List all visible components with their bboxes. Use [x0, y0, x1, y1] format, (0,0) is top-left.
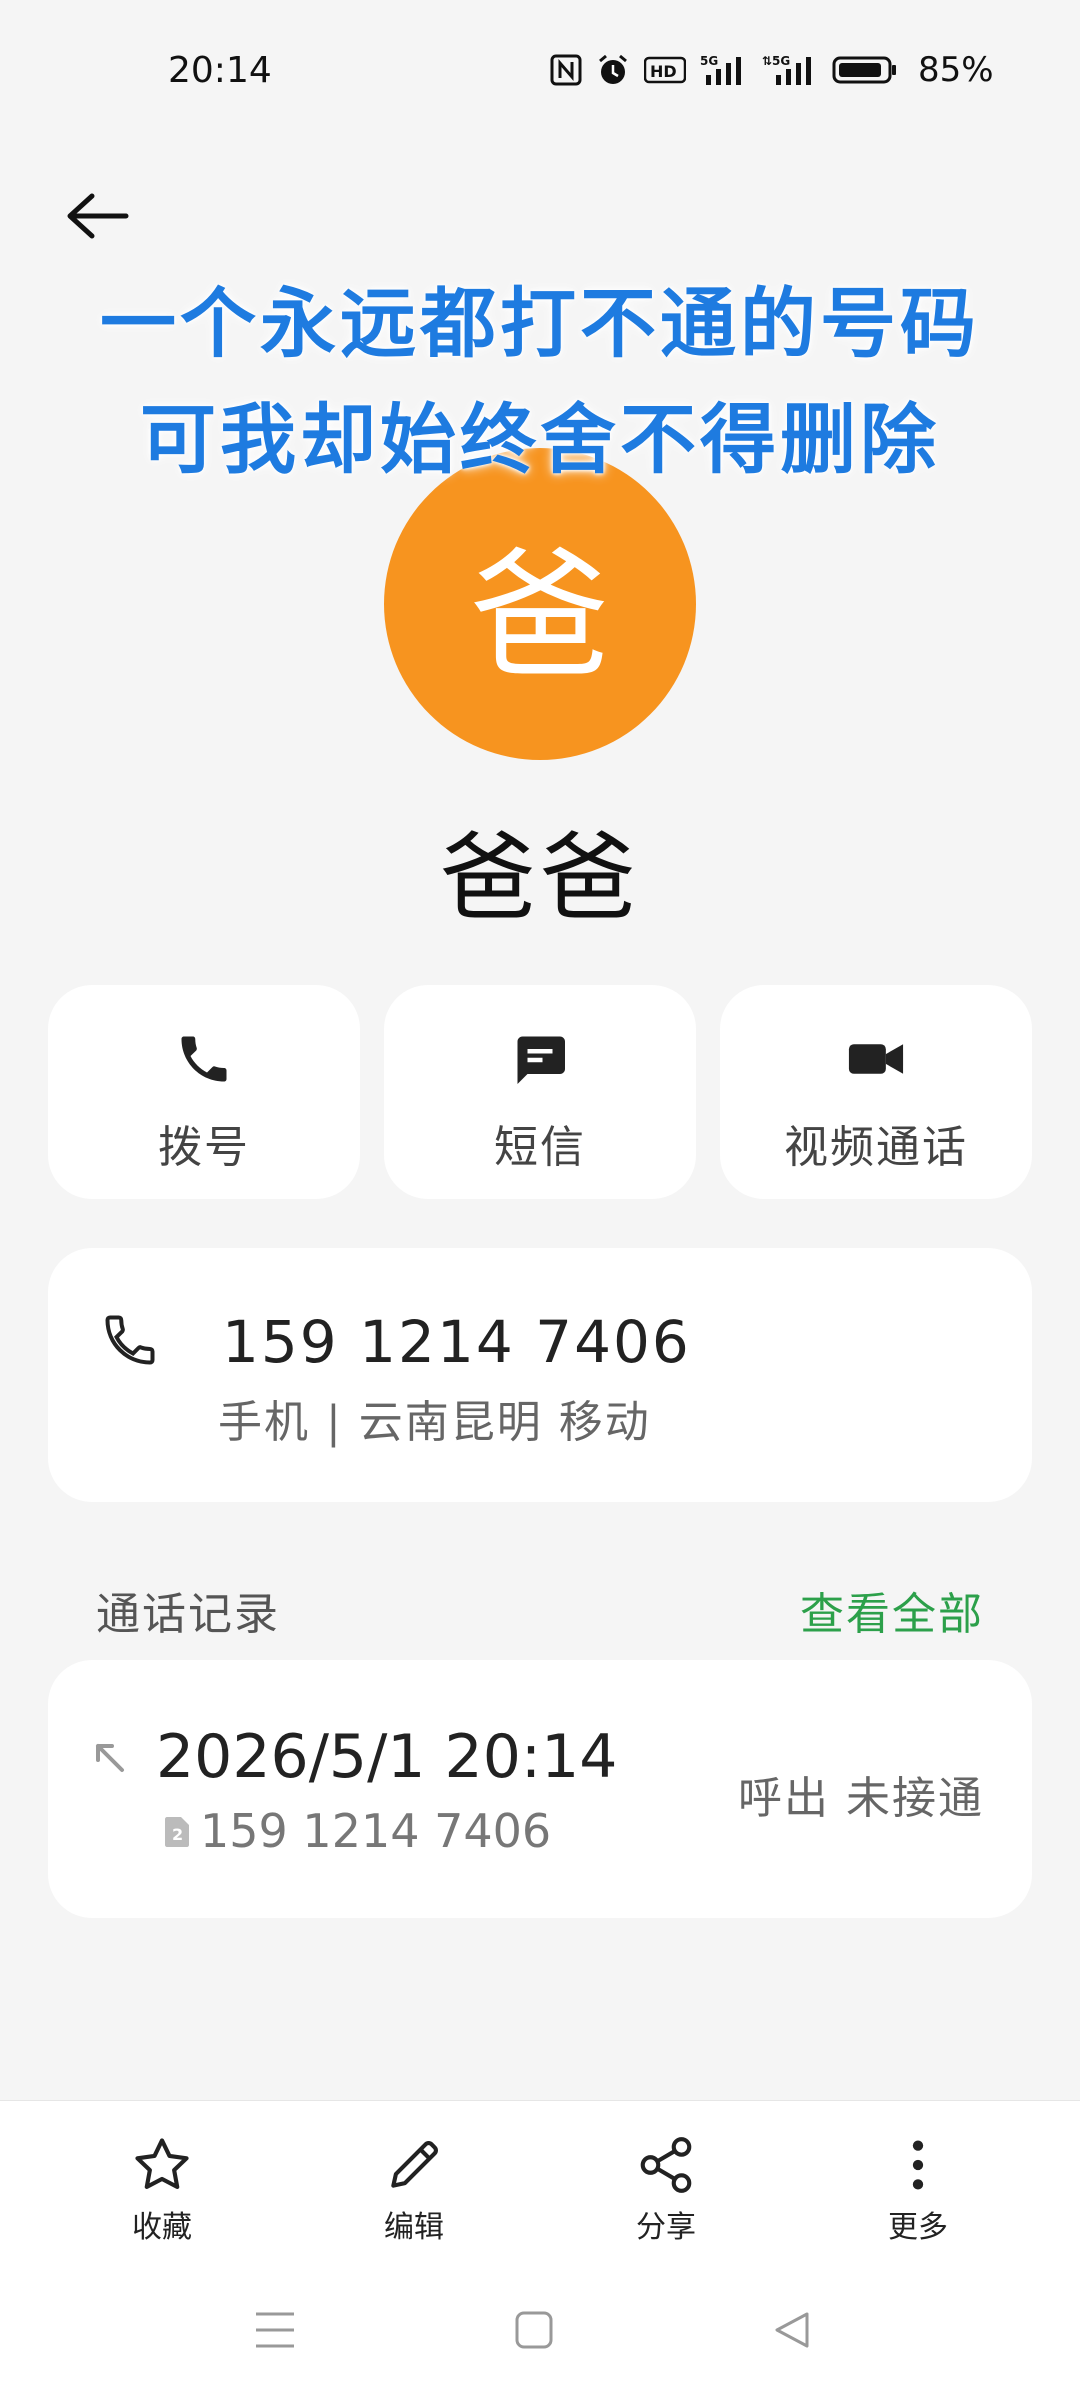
svg-text:5G: 5G [700, 54, 718, 68]
video-call-button[interactable]: 视频通话 [720, 985, 1032, 1199]
signal-5g-icon: 5G [700, 54, 741, 85]
share-button[interactable]: 分享 [586, 2134, 746, 2246]
call-button[interactable]: 拨号 [48, 985, 360, 1199]
sim-card-icon: 2 [165, 1817, 189, 1847]
phone-number: 159 1214 7406 [222, 1308, 691, 1376]
message-icon [517, 1036, 565, 1084]
back-arrow-icon[interactable] [62, 188, 132, 244]
edit-label: 编辑 [384, 2210, 444, 2245]
favorite-button[interactable]: 收藏 [82, 2134, 242, 2246]
pencil-icon [391, 2141, 438, 2188]
call-log-title: 通话记录 [96, 1589, 280, 1640]
share-icon [640, 2137, 692, 2193]
home-nav-icon[interactable] [514, 2310, 554, 2350]
svg-text:⇅5G: ⇅5G [762, 54, 790, 68]
call-log-status: 呼出 未接通 [738, 1773, 984, 1824]
video-call-label: 视频通话 [784, 1122, 968, 1173]
video-icon [848, 1044, 904, 1074]
menu-nav-icon[interactable] [254, 2310, 296, 2350]
phone-icon [181, 1036, 227, 1082]
share-label: 分享 [636, 2210, 696, 2245]
view-all-link[interactable]: 查看全部 [800, 1578, 984, 1642]
sms-button[interactable]: 短信 [384, 985, 696, 1199]
nfc-icon [550, 54, 582, 86]
battery-icon [832, 56, 896, 84]
contact-name: 爸爸 [440, 822, 640, 934]
sms-label: 短信 [494, 1122, 586, 1173]
more-label: 更多 [888, 2210, 948, 2245]
favorite-label: 收藏 [132, 2210, 192, 2245]
star-icon [135, 2138, 189, 2190]
sim-number: 2 [172, 1825, 183, 1844]
more-button[interactable]: 更多 [838, 2134, 998, 2246]
overlay-caption-line2: 可我却始终舍不得删除 [140, 395, 940, 484]
status-icons: HD 5G ⇅5G 85% [550, 50, 994, 90]
contact-avatar: 爸 [384, 448, 696, 760]
phone-outline-icon [105, 1315, 155, 1365]
signal-5g-icon: ⇅5G [762, 54, 811, 85]
more-vertical-icon [912, 2140, 924, 2190]
svg-text:HD: HD [650, 62, 677, 81]
overlay-caption-line1: 一个永远都打不通的号码 [100, 279, 980, 368]
back-nav-icon[interactable] [772, 2310, 812, 2350]
call-label: 拨号 [158, 1122, 250, 1173]
call-log-datetime: 2026/5/1 20:14 [156, 1722, 618, 1792]
battery-percent: 85% [918, 50, 994, 90]
phone-detail: 手机 | 云南昆明 移动 [218, 1397, 651, 1448]
alarm-icon [599, 54, 627, 84]
edit-button[interactable]: 编辑 [334, 2134, 494, 2246]
status-time: 20:14 [168, 50, 272, 91]
hd-icon: HD [644, 56, 686, 84]
call-log-number: 159 1214 7406 [200, 1804, 552, 1858]
avatar-initial: 爸 [469, 535, 610, 698]
outgoing-call-icon [96, 1744, 124, 1772]
